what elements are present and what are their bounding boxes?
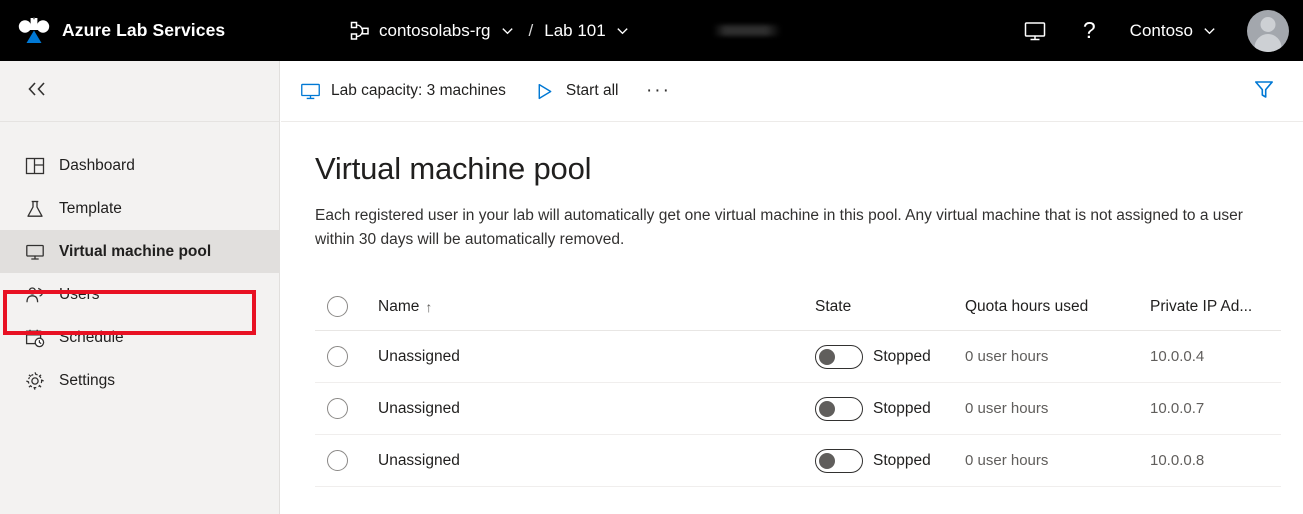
chevron-down-icon[interactable] <box>500 23 515 38</box>
brand-title: Azure Lab Services <box>62 20 226 40</box>
people-icon <box>24 284 46 306</box>
more-commands-button[interactable]: ··· <box>638 61 678 122</box>
play-icon <box>534 81 556 101</box>
column-header-name[interactable]: Name ↑ <box>378 298 815 316</box>
command-bar: Lab capacity: 3 machines Start all ··· <box>281 61 1303 122</box>
breadcrumb-lab[interactable]: Lab 101 <box>544 21 605 41</box>
help-icon[interactable]: ? <box>1065 0 1114 61</box>
brand[interactable]: Azure Lab Services <box>0 14 225 48</box>
cell-state: Stopped <box>815 396 965 421</box>
vm-power-toggle[interactable] <box>815 344 863 369</box>
sidebar-item-label: Template <box>59 199 122 217</box>
redacted-bar <box>713 25 781 36</box>
sidebar-item-label: Schedule <box>59 328 124 346</box>
sidebar-item-template[interactable]: Template <box>0 187 279 230</box>
select-all-radio[interactable] <box>327 296 348 318</box>
start-all-label: Start all <box>565 82 619 99</box>
state-label: Stopped <box>873 399 931 417</box>
sidebar-item-label: Dashboard <box>59 156 135 174</box>
calendar-clock-icon <box>24 327 46 349</box>
sidebar-item-virtual-machine-pool[interactable]: Virtual machine pool <box>0 230 279 273</box>
breadcrumb-separator: / <box>528 20 534 40</box>
app-root: Azure Lab Services contosolabs-rg / Lab … <box>0 0 1303 514</box>
start-all-button[interactable]: Start all <box>524 61 629 122</box>
gear-icon <box>24 370 46 392</box>
vm-table: Name ↑ State Quota hours used Private IP… <box>315 283 1281 488</box>
row-select-radio[interactable] <box>327 398 348 420</box>
column-header-private-ip[interactable]: Private IP Ad... <box>1150 298 1303 316</box>
page-description: Each registered user in your lab will au… <box>315 207 1243 249</box>
flask-icon <box>24 198 46 220</box>
select-all-cell <box>315 296 378 318</box>
monitor-icon[interactable] <box>1005 0 1065 61</box>
sidebar-item-settings[interactable]: Settings <box>0 359 279 402</box>
sidebar-item-label: Users <box>59 285 100 303</box>
sidebar-item-label: Settings <box>59 371 116 389</box>
sidebar-item-label: Virtual machine pool <box>59 242 212 260</box>
cell-quota: 0 user hours <box>965 399 1049 417</box>
sort-ascending-icon: ↑ <box>425 298 433 315</box>
cell-private-ip: 10.0.0.8 <box>1150 451 1205 469</box>
chevron-down-icon[interactable] <box>615 23 630 38</box>
cell-name: Unassigned <box>378 347 460 365</box>
sidebar-item-dashboard[interactable]: Dashboard <box>0 144 279 187</box>
cell-private-ip: 10.0.0.7 <box>1150 399 1205 417</box>
filter-button[interactable] <box>1243 61 1285 122</box>
column-header-state[interactable]: State <box>815 298 965 316</box>
monitor-icon <box>299 81 321 101</box>
state-label: Stopped <box>873 451 931 469</box>
sidebar-collapse-button[interactable] <box>0 61 279 122</box>
avatar[interactable] <box>1247 9 1289 52</box>
cell-name: Unassigned <box>378 399 460 417</box>
lab-capacity-label: Lab capacity: 3 machines <box>331 82 506 99</box>
tenant-selector[interactable]: Contoso <box>1114 21 1235 41</box>
vm-power-toggle[interactable] <box>815 448 863 473</box>
azure-lab-services-logo-icon <box>14 14 54 48</box>
row-select-radio[interactable] <box>327 346 348 368</box>
vm-power-toggle[interactable] <box>815 396 863 421</box>
chevron-down-icon <box>1202 23 1217 38</box>
table-row[interactable]: Unassigned Stopped 0 user hours 10.0.0.7 <box>315 383 1281 436</box>
sidebar-item-users[interactable]: Users <box>0 273 279 316</box>
row-select-cell <box>315 398 378 420</box>
table-row[interactable]: Unassigned Stopped 0 user hours 10.0.0.4 <box>315 331 1281 384</box>
main-content: Virtual machine pool Each registered use… <box>281 122 1303 514</box>
state-label: Stopped <box>873 347 931 365</box>
double-chevron-left-icon <box>24 79 50 104</box>
resource-group-icon <box>349 20 371 42</box>
column-header-quota[interactable]: Quota hours used <box>965 298 1150 316</box>
row-select-radio[interactable] <box>327 450 348 472</box>
lab-capacity-button[interactable]: Lab capacity: 3 machines <box>289 61 516 122</box>
top-navigation-bar: Azure Lab Services contosolabs-rg / Lab … <box>0 0 1303 61</box>
cell-name: Unassigned <box>378 451 460 469</box>
sidebar-nav-list: Dashboard Template Virtual machine pool … <box>0 122 279 402</box>
sidebar: Dashboard Template Virtual machine pool … <box>0 61 280 514</box>
page-title: Virtual machine pool <box>315 151 592 186</box>
filter-funnel-icon <box>1253 78 1275 105</box>
tenant-name: Contoso <box>1129 20 1193 40</box>
monitor-icon <box>24 241 46 263</box>
top-bar-actions: ? Contoso <box>1005 0 1303 61</box>
table-row[interactable]: Unassigned Stopped 0 user hours 10.0.0.8 <box>315 435 1281 488</box>
dashboard-icon <box>24 155 46 177</box>
sidebar-item-schedule[interactable]: Schedule <box>0 316 279 359</box>
cell-private-ip: 10.0.0.4 <box>1150 347 1205 365</box>
breadcrumb: contosolabs-rg / Lab 101 <box>349 0 636 61</box>
row-select-cell <box>315 346 378 368</box>
cell-state: Stopped <box>815 448 965 473</box>
cell-quota: 0 user hours <box>965 451 1049 469</box>
cell-quota: 0 user hours <box>965 347 1049 365</box>
table-header-row: Name ↑ State Quota hours used Private IP… <box>315 283 1281 332</box>
cell-state: Stopped <box>815 344 965 369</box>
row-select-cell <box>315 450 378 472</box>
breadcrumb-resource-group[interactable]: contosolabs-rg <box>379 21 491 41</box>
